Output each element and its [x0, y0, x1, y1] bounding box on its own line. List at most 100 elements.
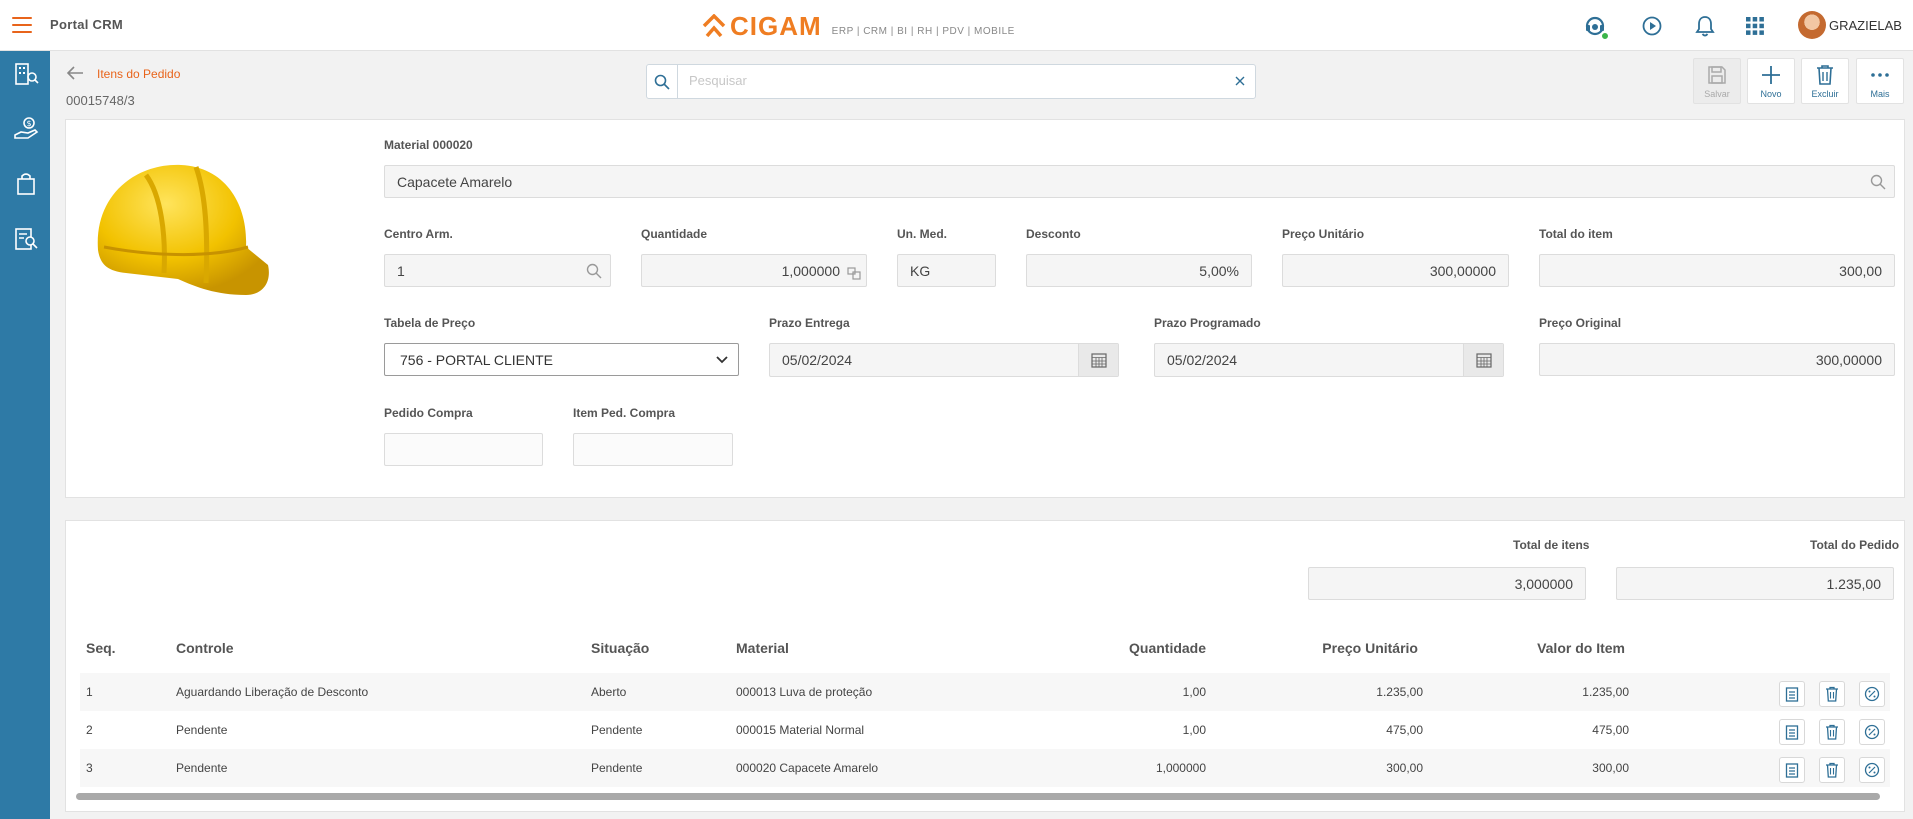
- item-ped-compra-label: Item Ped. Compra: [573, 406, 676, 420]
- user-name[interactable]: GRAZIELAB: [1829, 18, 1902, 33]
- sidebar-finance-icon[interactable]: $: [13, 116, 39, 142]
- more-label: Mais: [1870, 88, 1890, 99]
- row-delete-button[interactable]: [1819, 681, 1845, 707]
- prazo-programado-label: Prazo Programado: [1154, 316, 1261, 330]
- logo-mark-icon: [702, 14, 726, 38]
- row-edit-button[interactable]: [1779, 757, 1805, 783]
- more-button[interactable]: Mais: [1856, 58, 1904, 104]
- table-row[interactable]: 3 Pendente Pendente 000020 Capacete Amar…: [80, 749, 1890, 787]
- centro-value: 1: [397, 262, 405, 279]
- cell-controle: Pendente: [176, 723, 228, 737]
- back-arrow-icon[interactable]: [66, 65, 84, 81]
- cell-material: 000013 Luva de proteção: [736, 685, 873, 699]
- percent-icon: [1864, 686, 1880, 702]
- boxes-icon[interactable]: [847, 266, 861, 280]
- total-item-field[interactable]: 300,00: [1539, 254, 1895, 287]
- cell-preco-unitario: 300,00: [1386, 761, 1423, 775]
- centro-search-icon[interactable]: [586, 263, 602, 279]
- table-row[interactable]: 2 Pendente Pendente 000015 Material Norm…: [80, 711, 1890, 749]
- row-delete-button[interactable]: [1819, 757, 1845, 783]
- search-input[interactable]: [689, 73, 1209, 88]
- prazo-entrega-field[interactable]: 05/02/2024: [769, 343, 1119, 377]
- column-header-quantidade[interactable]: Quantidade: [1129, 640, 1206, 656]
- row-edit-button[interactable]: [1779, 681, 1805, 707]
- total-pedido-value: 1.235,00: [1826, 575, 1882, 592]
- material-value: Capacete Amarelo: [397, 173, 513, 190]
- delete-button[interactable]: Excluir: [1801, 58, 1849, 104]
- new-label: Novo: [1760, 88, 1782, 99]
- total-item-value: 300,00: [1839, 262, 1882, 279]
- material-search-icon[interactable]: [1870, 174, 1886, 190]
- calendar-icon[interactable]: [1078, 344, 1118, 376]
- tabela-preco-select[interactable]: 756 - PORTAL CLIENTE: [384, 343, 739, 376]
- table-row[interactable]: 1 Aguardando Liberação de Desconto Abert…: [80, 673, 1890, 711]
- product-image: [97, 164, 269, 295]
- clear-search-icon[interactable]: [1233, 74, 1247, 88]
- material-field[interactable]: Capacete Amarelo: [384, 165, 1895, 198]
- centro-field[interactable]: 1: [384, 254, 611, 287]
- desconto-label: Desconto: [1026, 227, 1081, 241]
- menu-icon[interactable]: [12, 17, 32, 33]
- prazo-programado-field[interactable]: 05/02/2024: [1154, 343, 1504, 377]
- cell-valor-item: 300,00: [1592, 761, 1629, 775]
- prazo-entrega-label: Prazo Entrega: [769, 316, 850, 330]
- user-avatar[interactable]: [1798, 11, 1826, 39]
- cell-material: 000020 Capacete Amarelo: [736, 761, 879, 775]
- row-edit-button[interactable]: [1779, 719, 1805, 745]
- trash-icon: [1817, 64, 1833, 85]
- prazo-entrega-value: 05/02/2024: [782, 352, 853, 368]
- column-header-seq[interactable]: Seq.: [86, 640, 116, 656]
- centro-label: Centro Arm.: [384, 227, 453, 241]
- column-header-preco-unitario[interactable]: Preço Unitário: [1318, 640, 1418, 656]
- save-icon: [1708, 65, 1726, 84]
- cell-seq: 1: [86, 685, 93, 699]
- row-discount-button[interactable]: [1859, 719, 1885, 745]
- row-discount-button[interactable]: [1859, 681, 1885, 707]
- quantidade-field[interactable]: 1,000000: [641, 254, 867, 287]
- preco-original-field[interactable]: 300,00000: [1539, 343, 1895, 376]
- item-ped-compra-field[interactable]: [573, 433, 733, 466]
- column-header-valor-item[interactable]: Valor do Item: [1515, 640, 1625, 656]
- document-icon: [1785, 687, 1799, 702]
- preco-unitario-value: 300,00000: [1429, 262, 1496, 279]
- logo-tagline: ERP | CRM | BI | RH | PDV | MOBILE: [831, 25, 1015, 37]
- new-button[interactable]: Novo: [1747, 58, 1795, 104]
- sidebar-bag-icon[interactable]: [13, 171, 39, 197]
- cell-valor-item: 475,00: [1592, 723, 1629, 737]
- column-header-material[interactable]: Material: [736, 640, 789, 656]
- app-title: Portal CRM: [50, 17, 124, 32]
- logo-text: CIGAM: [730, 10, 822, 41]
- horizontal-scrollbar[interactable]: [76, 793, 1880, 800]
- sidebar-report-search-icon[interactable]: [13, 226, 39, 252]
- row-delete-button[interactable]: [1819, 719, 1845, 745]
- cell-preco-unitario: 475,00: [1386, 723, 1423, 737]
- save-button[interactable]: Salvar: [1693, 58, 1741, 104]
- tabela-preco-label: Tabela de Preço: [384, 316, 476, 330]
- calendar-icon[interactable]: [1463, 344, 1503, 376]
- total-itens-value: 3,000000: [1514, 575, 1573, 592]
- total-pedido-field: 1.235,00: [1616, 567, 1894, 600]
- desconto-field[interactable]: 5,00%: [1026, 254, 1252, 287]
- search-icon[interactable]: [647, 65, 678, 98]
- apps-grid-icon[interactable]: [1742, 13, 1768, 39]
- material-label: Material 000020: [384, 138, 473, 152]
- preco-unitario-field[interactable]: 300,00000: [1282, 254, 1509, 287]
- cell-situacao: Aberto: [591, 685, 627, 699]
- row-discount-button[interactable]: [1859, 757, 1885, 783]
- sidebar-building-icon[interactable]: [13, 61, 39, 87]
- play-video-icon[interactable]: [1639, 13, 1665, 39]
- support-agent-icon[interactable]: [1582, 13, 1609, 40]
- total-itens-field: 3,000000: [1308, 567, 1586, 600]
- preco-original-value: 300,00000: [1815, 351, 1882, 368]
- pedido-compra-field[interactable]: [384, 433, 543, 466]
- trash-icon: [1826, 686, 1838, 702]
- breadcrumb-back-link[interactable]: Itens do Pedido: [97, 67, 180, 81]
- notifications-bell-icon[interactable]: [1692, 13, 1718, 39]
- online-status-dot: [1601, 32, 1609, 40]
- unmed-field[interactable]: KG: [897, 254, 996, 287]
- column-header-situacao[interactable]: Situação: [591, 640, 649, 656]
- total-itens-label: Total de itens: [1513, 538, 1590, 552]
- cell-quantidade: 1,00: [1182, 685, 1206, 699]
- cell-seq: 2: [86, 723, 93, 737]
- column-header-controle[interactable]: Controle: [176, 640, 234, 656]
